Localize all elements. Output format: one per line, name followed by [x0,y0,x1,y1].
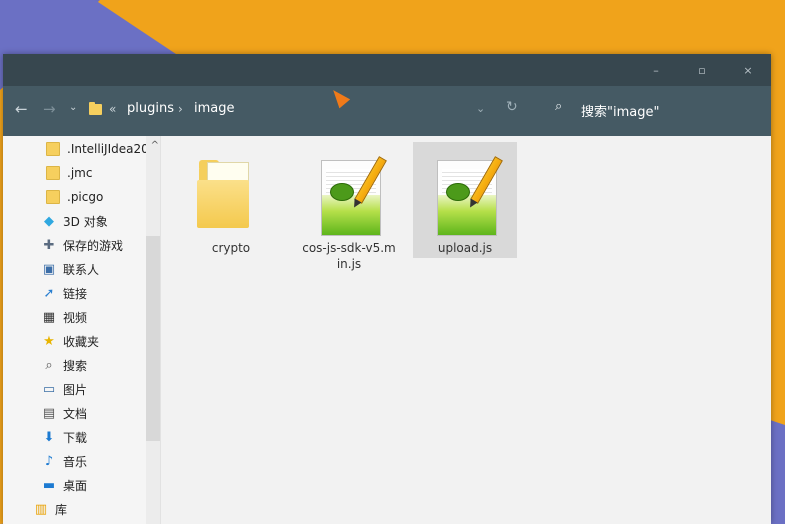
sidebar-item-label: 联系人 [63,262,100,277]
sidebar-item-label: 3D 对象 [63,214,108,229]
link-icon: ➚ [43,285,55,301]
back-arrow-icon[interactable]: ← [15,100,28,118]
maximize-button[interactable]: ▫ [679,54,725,86]
file-name-line: cos-js-sdk-v5.m [302,241,396,255]
sidebar-item-documents[interactable]: ▤ 文档 [41,402,87,424]
sidebar-item-label: 收藏夹 [63,334,100,349]
file-name-line: in.js [336,257,362,271]
sidebar-item-music[interactable]: ♪ 音乐 [41,450,87,472]
folder-icon [45,165,61,181]
explorer-window: – ▫ × ← → ⌄ « plugins › image ⌄ ↻ ⌕ 搜索"i… [3,54,771,524]
collapse-chevron-icon[interactable]: ^ [151,140,159,151]
sidebar-item-links[interactable]: ➚ 链接 [41,282,87,304]
refresh-icon[interactable]: ↻ [506,99,518,115]
file-name: upload.js [437,241,493,255]
cube-icon: ◆ [44,213,54,229]
sidebar-item-label: 桌面 [63,478,88,493]
sidebar-item-saved-games[interactable]: ✚ 保存的游戏 [41,234,123,256]
search-input[interactable]: 搜索"image" [581,101,659,120]
sidebar-scroll-thumb[interactable] [146,236,160,441]
address-bar: ← → ⌄ « plugins › image ⌄ ↻ ⌕ 搜索"image" [3,86,771,136]
sidebar-item-label: 音乐 [63,454,88,469]
breadcrumb-separator-icon[interactable]: › [178,102,183,116]
video-icon: ▦ [42,309,56,325]
sidebar-item-pictures[interactable]: ▭ 图片 [41,378,87,400]
download-icon: ⬇ [43,429,55,445]
star-icon: ★ [43,333,55,349]
recent-locations-chevron-icon[interactable]: ⌄ [69,102,77,113]
gamepad-icon: ✚ [43,237,55,253]
sidebar-item-downloads[interactable]: ⬇ 下载 [41,426,87,448]
file-name: crypto [211,241,251,255]
breadcrumb-overflow-icon[interactable]: « [109,102,116,116]
sidebar-item-label: 搜索 [63,358,88,373]
title-bar[interactable]: – ▫ × [3,54,771,86]
sidebar-item-label: 链接 [63,286,88,301]
folder-icon [45,189,61,205]
notepad-plus-plus-icon [309,152,389,236]
sidebar-item-desktop[interactable]: ▬ 桌面 [41,474,87,496]
document-icon: ▤ [42,405,56,421]
sidebar-item-label: .picgo [67,190,104,204]
minimize-button[interactable]: – [633,54,679,86]
picture-icon: ▭ [42,381,56,397]
folder-icon [89,102,102,115]
folder-icon [45,141,61,157]
address-dropdown-icon[interactable]: ⌄ [476,102,485,115]
sidebar-scrollbar[interactable]: ^ [146,136,160,524]
desktop-icon: ▬ [42,477,56,493]
breadcrumb-plugins[interactable]: plugins [127,101,174,116]
library-icon: ▥ [34,501,48,517]
sidebar-item-label: 文档 [63,406,88,421]
sidebar-item-label: 库 [55,502,68,517]
sidebar-item-searches[interactable]: ⌕ 搜索 [41,354,87,376]
folder-icon [191,152,271,236]
breadcrumb-image[interactable]: image [194,101,235,116]
sidebar-item-label: 下载 [63,430,88,445]
music-icon: ♪ [44,453,54,469]
contacts-icon: ▣ [42,261,56,277]
search-icon: ⌕ [555,99,563,114]
sidebar-item-label: .IntelliJIdea20 [67,142,149,156]
sidebar-item-picgo[interactable]: .picgo [45,186,103,208]
sidebar-item-3d-objects[interactable]: ◆ 3D 对象 [41,210,108,232]
file-item-upload[interactable]: upload.js [413,142,517,258]
forward-arrow-icon[interactable]: → [43,100,56,118]
sidebar-item-contacts[interactable]: ▣ 联系人 [41,258,99,280]
sidebar-item-videos[interactable]: ▦ 视频 [41,306,87,328]
sidebar-item-library[interactable]: ▥ 库 [33,498,67,520]
notepad-plus-plus-icon [425,152,505,236]
file-item-crypto[interactable]: crypto [179,146,283,256]
sidebar-item-label: 视频 [63,310,88,325]
sidebar-item-favorites[interactable]: ★ 收藏夹 [41,330,99,352]
file-item-cos-js-sdk[interactable]: cos-js-sdk-v5.m in.js [297,146,401,272]
sidebar-item-intellij[interactable]: .IntelliJIdea20 [45,138,149,160]
file-list: crypto cos-js-sdk-v5.m in.js upload.js [161,136,771,524]
file-name: cos-js-sdk-v5.m in.js [297,240,401,272]
search-icon: ⌕ [45,357,53,373]
sidebar-item-jmc[interactable]: .jmc [45,162,92,184]
sidebar-item-label: .jmc [67,166,93,180]
sidebar-item-label: 图片 [63,382,88,397]
close-button[interactable]: × [725,54,771,86]
sidebar-item-label: 保存的游戏 [63,238,124,253]
navigation-pane: .IntelliJIdea20 .jmc .picgo ◆ 3D 对象 ✚ 保存… [3,136,161,524]
